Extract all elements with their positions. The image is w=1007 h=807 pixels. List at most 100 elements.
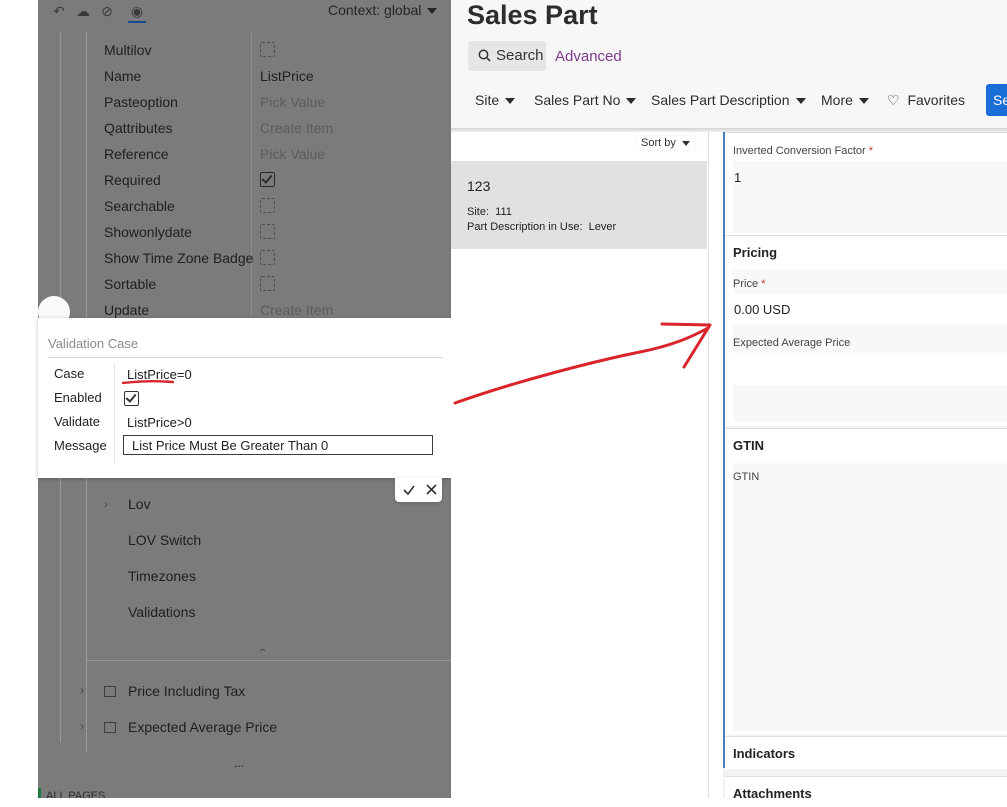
attachments-card[interactable]: Attachments [725,776,1007,807]
section-title: Indicators [733,746,796,761]
property-checkbox[interactable] [260,42,275,57]
cloud-upload-icon[interactable]: ☁ [74,3,92,21]
chevron-down-icon [858,98,869,105]
item-site: Site: 111 [467,206,512,218]
property-row: Show Time Zone Badge [104,246,434,270]
property-value[interactable]: Pick Value [260,146,325,162]
chevron-up-icon[interactable]: › [255,648,269,652]
section-title: GTIN [733,438,765,453]
filter-sales-part-no[interactable]: Sales Part No [534,92,637,108]
validate-label: Validate [54,414,101,429]
tree-item-validations[interactable]: Validations [128,604,195,620]
property-row: Pasteoption Pick Value [104,90,434,114]
divider [114,363,115,463]
property-checkbox[interactable] [260,224,275,239]
all-pages-label[interactable]: ALL PAGES [46,790,105,798]
divider [48,357,443,358]
conversion-card: Inverted Conversion Factor * 1 [725,132,1007,235]
chevron-down-icon [505,98,516,105]
filter-more[interactable]: More [821,92,869,108]
tree-item-price-including-tax[interactable]: Price Including Tax [128,683,245,699]
case-label: Case [54,366,85,381]
property-name: Sortable [104,276,157,292]
property-row: Name ListPrice [104,64,434,88]
context-dropdown[interactable]: Context: global [328,2,438,18]
chevron-down-icon [681,140,690,146]
property-row: Multilov [104,38,434,62]
close-icon[interactable] [425,483,438,496]
eye-icon[interactable]: ◉ [128,3,146,23]
tree-guide-line [86,660,451,661]
property-row: Reference Pick Value [104,142,434,166]
property-name: Searchable [104,198,175,214]
tree-item-expected-average-price[interactable]: Expected Average Price [128,719,277,735]
property-name: Update [104,302,150,318]
detail-pane: Inverted Conversion Factor * 1 Pricing P… [723,132,1007,807]
field-label: Inverted Conversion Factor * [733,145,874,157]
validation-case-dialog: Validation Case Case ListPrice=0 Enabled… [38,318,451,478]
property-name: Show Time Zone Badge [104,250,254,266]
field-node-icon [104,686,116,697]
property-name: Showonlydate [104,224,192,240]
expected-average-price-field[interactable] [733,353,1007,385]
property-row: Showonlydate [104,220,434,244]
annotation-underline [122,380,174,384]
search-button[interactable]: Search [468,41,546,71]
property-value[interactable]: Create Item [260,302,333,318]
field-label: Expected Average Price [733,337,851,349]
property-row: Sortable [104,272,434,296]
chevron-down-icon [427,8,438,15]
pricing-card: Pricing Price * 0.00 USD Expected Averag… [725,235,1007,426]
property-row: Required [104,168,434,192]
property-name: Reference [104,146,169,162]
search-submit-button[interactable]: Se [986,84,1007,116]
tree-item-lov[interactable]: Lov [128,496,151,512]
chevron-down-icon [626,98,637,105]
item-id: 123 [467,178,491,194]
filter-site[interactable]: Site [475,92,516,108]
enabled-checkbox[interactable] [124,391,139,406]
section-title: Pricing [733,245,778,260]
chevron-right-icon[interactable]: › [80,719,84,733]
property-name: Required [104,172,161,188]
property-name: Multilov [104,42,152,58]
validate-value[interactable]: ListPrice>0 [127,415,192,430]
field-node-icon [104,722,116,733]
visibility-off-icon[interactable]: ⊘ [98,3,116,21]
property-value[interactable]: Pick Value [260,94,325,110]
gtin-fields [733,463,1007,731]
chevron-down-icon [795,98,806,105]
property-row: Qattributes Create Item [104,116,434,140]
enabled-label: Enabled [54,390,102,405]
list-item[interactable]: 123 Site: 111 Part Description in Use: L… [451,161,707,249]
property-row: Searchable [104,194,434,218]
property-name: Name [104,68,142,84]
chevron-right-icon[interactable]: › [104,497,108,511]
filter-sales-part-description[interactable]: Sales Part Description [651,92,806,108]
gtin-card: GTIN GTIN [725,428,1007,735]
price-value: 0.00 USD [734,302,791,317]
indicators-card[interactable]: Indicators [725,736,1007,769]
property-name: Pasteoption [104,94,178,110]
sort-by-dropdown[interactable]: Sort by [636,136,695,150]
advanced-search-link[interactable]: Advanced [555,48,622,65]
property-value[interactable]: Create Item [260,120,333,136]
dialog-title: Validation Case [48,336,139,351]
chevron-right-icon[interactable]: › [80,683,84,697]
message-field[interactable] [123,435,433,455]
property-checkbox[interactable] [260,172,275,187]
heart-icon: ♡ [887,92,900,108]
tree-item-timezones[interactable]: Timezones [128,568,196,584]
property-checkbox[interactable] [260,276,275,291]
property-value[interactable]: ListPrice [260,68,314,84]
section-title: Attachments [733,786,812,801]
check-icon[interactable] [402,483,416,497]
inverted-conversion-field[interactable] [733,161,1007,233]
property-checkbox[interactable] [260,198,275,213]
favorites-button[interactable]: ♡ Favorites [887,92,965,109]
tree-item-lov-switch[interactable]: LOV Switch [128,532,201,548]
more-items-ellipsis[interactable]: ... [234,756,244,770]
field-label: GTIN [733,471,760,483]
property-checkbox[interactable] [260,250,275,265]
undo-icon[interactable]: ↶ [50,3,68,21]
